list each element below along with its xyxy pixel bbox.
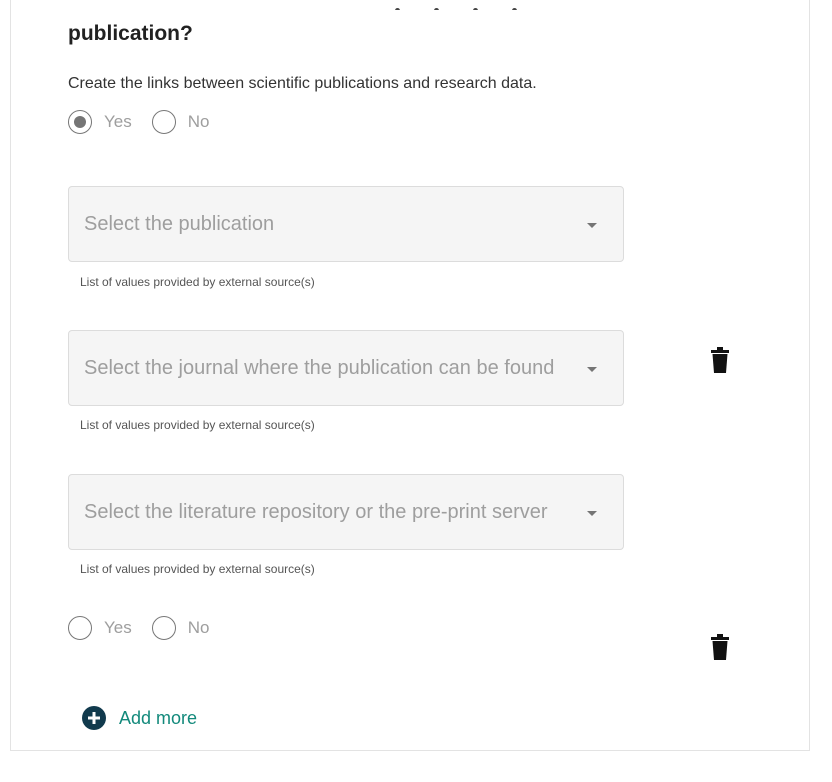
radio-no[interactable]: No	[151, 616, 210, 640]
radio-yes-circle[interactable]	[68, 616, 92, 640]
question-description: Create the links between scientific publ…	[68, 75, 537, 92]
trash-icon[interactable]	[711, 634, 729, 660]
plus-circle-icon[interactable]	[82, 706, 106, 730]
repository-select-placeholder: Select the literature repository or the …	[84, 501, 548, 523]
radio-no-circle[interactable]	[151, 110, 176, 134]
radio-no-label: No	[187, 618, 210, 637]
add-more-label: Add more	[119, 707, 198, 728]
caret-down-icon[interactable]	[587, 511, 597, 516]
radio-yes[interactable]: Yes	[68, 616, 132, 640]
journal-select-placeholder: Select the journal where the publication…	[84, 357, 555, 379]
radio-no-label: No	[187, 112, 210, 131]
caret-down-icon[interactable]	[587, 223, 597, 228]
radio-yes[interactable]: Yes	[68, 110, 132, 134]
journal-select[interactable]: Select the journal where the publication…	[68, 330, 624, 406]
radio-no-circle[interactable]	[151, 616, 176, 640]
radio-yes-circle[interactable]	[68, 110, 92, 134]
publication-select-placeholder: Select the publication	[84, 213, 275, 235]
cut-off-title-line	[395, 0, 595, 10]
publication-select-hint: List of values provided by external sour…	[80, 275, 315, 289]
radio-yes-label: Yes	[104, 112, 132, 131]
radio-no[interactable]: No	[151, 110, 210, 134]
journal-select-hint: List of values provided by external sour…	[80, 418, 315, 432]
radio-yes-label: Yes	[104, 618, 132, 637]
publication-radio-group: Yes No	[68, 110, 229, 134]
caret-down-icon[interactable]	[587, 367, 597, 372]
add-more-button[interactable]: Add more	[82, 706, 197, 730]
trash-icon[interactable]	[711, 347, 729, 373]
repository-select[interactable]: Select the literature repository or the …	[68, 474, 624, 550]
page: publication? Create the links between sc…	[0, 0, 832, 782]
question-title: publication?	[68, 22, 193, 45]
repository-select-hint: List of values provided by external sour…	[80, 562, 315, 576]
second-radio-group: Yes No	[68, 616, 229, 640]
publication-select[interactable]: Select the publication	[68, 186, 624, 262]
